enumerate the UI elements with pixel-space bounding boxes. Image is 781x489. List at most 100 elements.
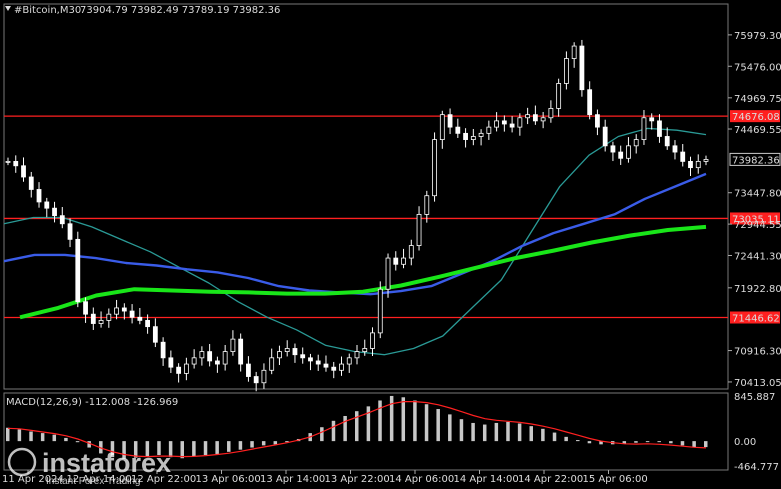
macd-histogram-bar: [448, 414, 452, 442]
candle-body: [439, 114, 445, 140]
candle-body: [339, 363, 344, 371]
candle-body: [641, 117, 647, 140]
candle-body: [331, 366, 337, 371]
level-price-label: 74676.08: [732, 112, 780, 123]
candle-body: [432, 139, 437, 197]
candle-body: [354, 351, 360, 359]
candle-body: [176, 366, 182, 374]
macd-histogram-bar: [366, 406, 371, 442]
candle-body: [152, 326, 158, 343]
macd-histogram-bar: [587, 441, 592, 444]
macd-histogram-bar: [192, 441, 196, 457]
macd-histogram-bar: [541, 428, 545, 442]
macd-histogram-bar: [517, 423, 522, 442]
candle-body: [36, 189, 42, 203]
candle-body: [160, 341, 166, 359]
candle-body: [292, 348, 298, 356]
macd-histogram-bar: [215, 441, 219, 454]
macd-histogram-bar: [261, 441, 266, 446]
candle-body: [478, 132, 484, 137]
chevron-down-icon[interactable]: [5, 6, 11, 11]
macd-histogram-bar: [657, 441, 661, 443]
macd-histogram-bar: [401, 397, 406, 442]
candle-body: [222, 351, 228, 365]
candle-body: [618, 151, 624, 159]
candle-body: [626, 145, 631, 159]
macd-histogram-bar: [343, 415, 347, 442]
macd-histogram-bar: [331, 420, 336, 442]
ohlc-readout: 73904.79 73982.49 73789.19 73982.36: [80, 5, 280, 16]
price-tick-label: 72441.30: [734, 251, 781, 262]
price-tick-label: 74969.75: [734, 94, 781, 105]
chart-canvas: 74676.0873035.1171446.6275979.3075476.00…: [2, 3, 781, 487]
macd-histogram-bar: [552, 432, 557, 442]
candle-body: [90, 313, 96, 324]
macd-histogram-bar: [238, 441, 243, 450]
macd-histogram-bar: [203, 441, 208, 456]
watermark-tagline: Instant Forex Trading: [46, 476, 141, 487]
candle-body: [385, 257, 391, 290]
macd-histogram-bar: [250, 441, 254, 448]
macd-histogram-bar: [704, 441, 708, 448]
instaforex-logo-icon: [7, 447, 37, 477]
macd-histogram-bar: [52, 434, 57, 442]
candle-body: [680, 151, 686, 162]
macd-histogram-bar: [413, 400, 417, 442]
candle-body: [362, 348, 368, 352]
macd-histogram-bar: [227, 441, 231, 452]
macd-histogram-bar: [180, 441, 184, 459]
candle-body: [447, 114, 453, 128]
candle-body: [463, 132, 468, 140]
candle-body: [59, 215, 65, 225]
macd-histogram-bar: [669, 441, 673, 444]
macd-histogram-bar: [471, 422, 475, 442]
candle-body: [284, 348, 290, 352]
candle-body: [261, 369, 267, 384]
candle-body: [145, 320, 151, 328]
candle-body: [401, 257, 406, 265]
candle-body: [246, 363, 251, 377]
candle-body: [688, 161, 693, 169]
candle-body: [424, 195, 430, 215]
macd-histogram-bar: [436, 409, 440, 442]
time-tick-label: 15 Apr 06:00: [583, 474, 648, 485]
time-tick-label: 14 Apr 06:00: [389, 474, 454, 485]
level-price-label: 71446.62: [732, 314, 780, 325]
candle-body: [114, 307, 119, 315]
candle-body: [98, 320, 104, 324]
candle-body: [525, 114, 531, 119]
candle-body: [214, 360, 220, 365]
candle-body: [540, 117, 546, 122]
candle-body: [517, 117, 523, 128]
price-tick-label: 73447.80: [734, 189, 781, 200]
candle-body: [672, 145, 678, 153]
macd-histogram-bar: [29, 431, 33, 442]
candle-body: [106, 313, 112, 321]
price-tick-label: 75979.30: [734, 31, 781, 42]
candle-body: [238, 338, 244, 365]
candle-body: [556, 83, 562, 109]
macd-histogram-bar: [680, 441, 685, 446]
macd-tick-label: 845.887: [734, 392, 775, 403]
candle-body: [579, 45, 585, 91]
time-tick-label: 13 Apr 06:00: [196, 474, 261, 485]
trading-chart: 74676.08 73035.11 71446.62 75979.30 75476.00…: [0, 0, 781, 489]
candle-body: [703, 159, 709, 162]
candle-body: [470, 136, 476, 140]
candle-body: [370, 332, 375, 349]
symbol-label: #Bitcoin,M30: [14, 5, 81, 16]
macd-histogram-bar: [459, 419, 464, 442]
price-tick-label: 74469.55: [734, 125, 781, 136]
candle-body: [168, 357, 174, 368]
candle-body: [52, 207, 57, 217]
price-tick-label: 71922.80: [734, 284, 781, 295]
time-tick-label: 13 Apr 14:00: [260, 474, 325, 485]
candle-body: [183, 363, 189, 374]
candle-body: [308, 357, 313, 362]
macd-histogram-bar: [75, 441, 80, 443]
macd-histogram-bar: [64, 437, 68, 442]
candle-body: [587, 89, 593, 116]
candle-body: [602, 126, 608, 147]
macd-histogram-bar: [6, 427, 10, 442]
candle-body: [377, 288, 383, 334]
